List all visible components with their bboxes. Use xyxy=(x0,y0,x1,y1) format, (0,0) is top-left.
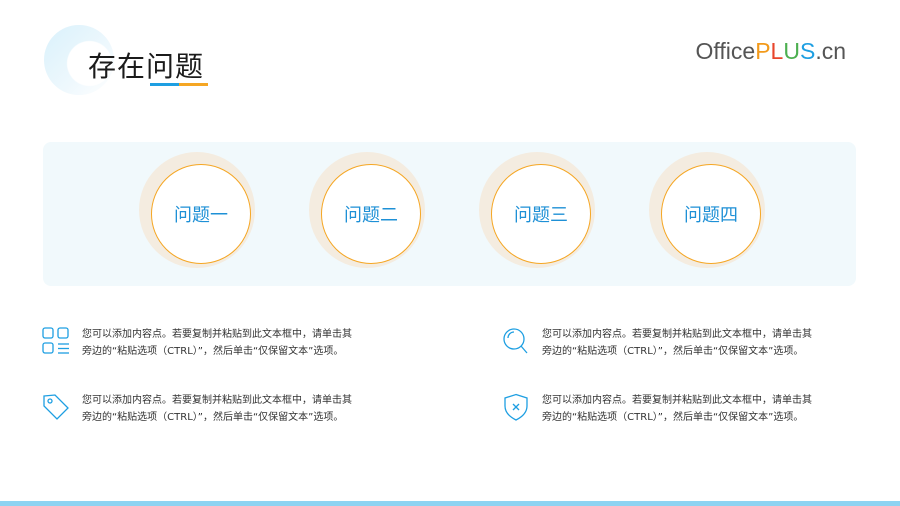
tag-icon xyxy=(43,394,69,420)
problem-2: 问题二 xyxy=(309,152,429,272)
problem-label: 问题二 xyxy=(344,205,398,226)
problem-4: 问题四 xyxy=(649,152,769,272)
problem-circle: 问题三 xyxy=(491,164,591,264)
bottom-bar xyxy=(0,501,900,506)
logo-l: L xyxy=(770,38,784,64)
problem-label: 问题一 xyxy=(174,205,228,226)
title-underline xyxy=(150,83,208,86)
logo-p: P xyxy=(755,38,771,64)
item-text: 您可以添加内容点。若要复制并粘贴到此文本框中，请单击其 旁边的“粘贴选项（CTR… xyxy=(82,395,352,423)
problem-1: 问题一 xyxy=(139,152,259,272)
grid-icon xyxy=(42,327,69,354)
shield-icon xyxy=(504,393,528,421)
problem-3: 问题三 xyxy=(479,152,599,272)
search-icon xyxy=(503,328,528,354)
logo-office: Office xyxy=(695,38,756,64)
item-text: 您可以添加内容点。若要复制并粘贴到此文本框中，请单击其 旁边的“粘贴选项（CTR… xyxy=(542,329,812,357)
problems-panel: 问题一 问题二 问题三 问题四 xyxy=(43,142,856,286)
logo-cn: .cn xyxy=(815,38,846,64)
problem-circle: 问题一 xyxy=(151,164,251,264)
logo-s: S xyxy=(799,38,816,64)
problem-circle: 问题二 xyxy=(321,164,421,264)
problem-label: 问题四 xyxy=(684,205,738,226)
problem-circle: 问题四 xyxy=(661,164,761,264)
page-title: 存在问题 xyxy=(88,50,205,83)
logo-u: U xyxy=(783,38,800,64)
problem-label: 问题三 xyxy=(514,205,568,226)
item-text: 您可以添加内容点。若要复制并粘贴到此文本框中，请单击其 旁边的“粘贴选项（CTR… xyxy=(82,329,352,357)
officeplus-logo: OfficePLUS.cn xyxy=(696,38,846,65)
item-text: 您可以添加内容点。若要复制并粘贴到此文本框中，请单击其 旁边的“粘贴选项（CTR… xyxy=(542,395,812,423)
